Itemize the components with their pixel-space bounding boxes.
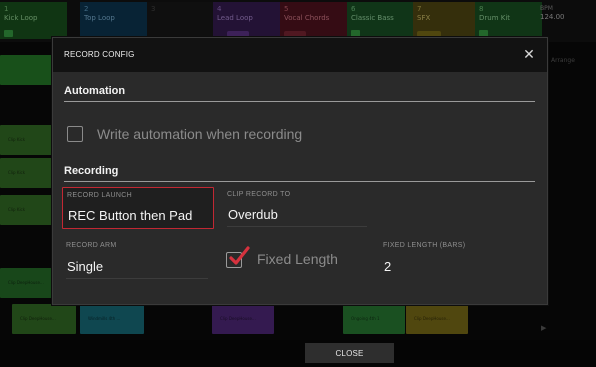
record-arm-field[interactable]: RECORD ARM Single [62, 238, 212, 280]
field-underline [227, 226, 367, 227]
fixed-length-bars-value: 2 [384, 259, 392, 274]
clip-record-to-field[interactable]: CLIP RECORD TO Overdub [223, 187, 371, 229]
record-arm-label: RECORD ARM [66, 242, 117, 249]
dialog-header: RECORD CONFIG ✕ [53, 38, 547, 72]
close-icon[interactable]: ✕ [519, 45, 539, 65]
close-button[interactable]: CLOSE [305, 343, 394, 363]
field-underline [66, 278, 208, 279]
clip-record-to-label: CLIP RECORD TO [227, 191, 291, 198]
fixed-length-checkbox[interactable] [226, 246, 250, 268]
write-automation-checkbox[interactable] [67, 126, 83, 142]
record-config-dialog: RECORD CONFIG ✕ Automation Write automat… [52, 37, 548, 305]
clip-record-to-value: Overdub [228, 207, 278, 222]
section-divider [64, 101, 535, 102]
recording-heading: Recording [64, 165, 119, 177]
fixed-length-bars-label: FIXED LENGTH (BARS) [383, 242, 466, 249]
write-automation-label[interactable]: Write automation when recording [97, 126, 302, 142]
record-launch-label: RECORD LAUNCH [67, 192, 132, 199]
checkmark-icon [229, 246, 250, 265]
section-divider [64, 181, 535, 182]
record-arm-value: Single [67, 259, 104, 274]
fixed-length-label[interactable]: Fixed Length [257, 251, 338, 267]
fixed-length-bars-field[interactable]: FIXED LENGTH (BARS) 2 [379, 238, 529, 280]
dialog-title: RECORD CONFIG [64, 50, 135, 59]
automation-heading: Automation [64, 85, 126, 97]
record-launch-value: REC Button then Pad [68, 208, 193, 223]
record-launch-field[interactable]: RECORD LAUNCH REC Button then Pad [62, 187, 214, 229]
